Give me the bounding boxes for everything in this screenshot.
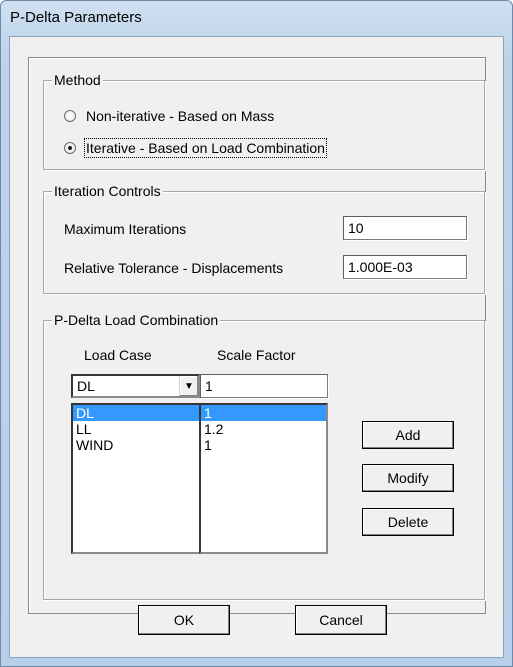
radio-non-iterative-label: Non-iterative - Based on Mass — [86, 108, 275, 124]
relative-tolerance-input[interactable]: 1.000E-03 — [343, 255, 467, 279]
method-group-title: Method — [52, 71, 103, 89]
radio-non-iterative-circle[interactable] — [64, 110, 76, 122]
chevron-down-icon[interactable]: ▼ — [179, 376, 198, 396]
list-item[interactable]: DL — [73, 405, 199, 421]
add-button[interactable]: Add — [362, 421, 454, 449]
relative-tolerance-label: Relative Tolerance - Displacements — [64, 260, 284, 276]
ok-button[interactable]: OK — [138, 605, 230, 635]
radio-iterative[interactable]: Iterative - Based on Load Combination — [64, 138, 327, 158]
scale-factor-header: Scale Factor — [217, 347, 296, 363]
list-item[interactable]: 1 — [201, 437, 326, 453]
scale-factor-list[interactable]: 1 1.2 1 — [199, 403, 328, 554]
list-item[interactable]: LL — [73, 421, 199, 437]
delete-button[interactable]: Delete — [362, 508, 454, 536]
list-item[interactable]: 1.2 — [201, 421, 326, 437]
load-case-dropdown-value: DL — [77, 378, 95, 394]
iteration-controls-title: Iteration Controls — [52, 182, 163, 200]
scale-factor-input[interactable]: 1 — [200, 374, 328, 398]
load-combination-title: P-Delta Load Combination — [52, 311, 221, 329]
max-iterations-label: Maximum Iterations — [64, 221, 187, 237]
list-item[interactable]: 1 — [201, 405, 326, 421]
radio-non-iterative[interactable]: Non-iterative - Based on Mass — [64, 108, 274, 124]
radio-iterative-label: Iterative - Based on Load Combination — [84, 138, 327, 158]
load-case-list[interactable]: DL LL WIND — [71, 403, 201, 554]
cancel-button[interactable]: Cancel — [295, 605, 387, 635]
title-bar[interactable]: P-Delta Parameters — [1, 1, 512, 35]
list-item[interactable]: WIND — [73, 437, 199, 453]
dialog-title: P-Delta Parameters — [10, 9, 142, 26]
method-group: Method — [43, 71, 485, 170]
radio-iterative-circle[interactable] — [64, 142, 76, 154]
load-case-header: Load Case — [84, 347, 152, 363]
max-iterations-input[interactable]: 10 — [343, 216, 467, 240]
modify-button[interactable]: Modify — [362, 464, 454, 492]
load-case-dropdown[interactable]: DL ▼ — [71, 374, 200, 398]
